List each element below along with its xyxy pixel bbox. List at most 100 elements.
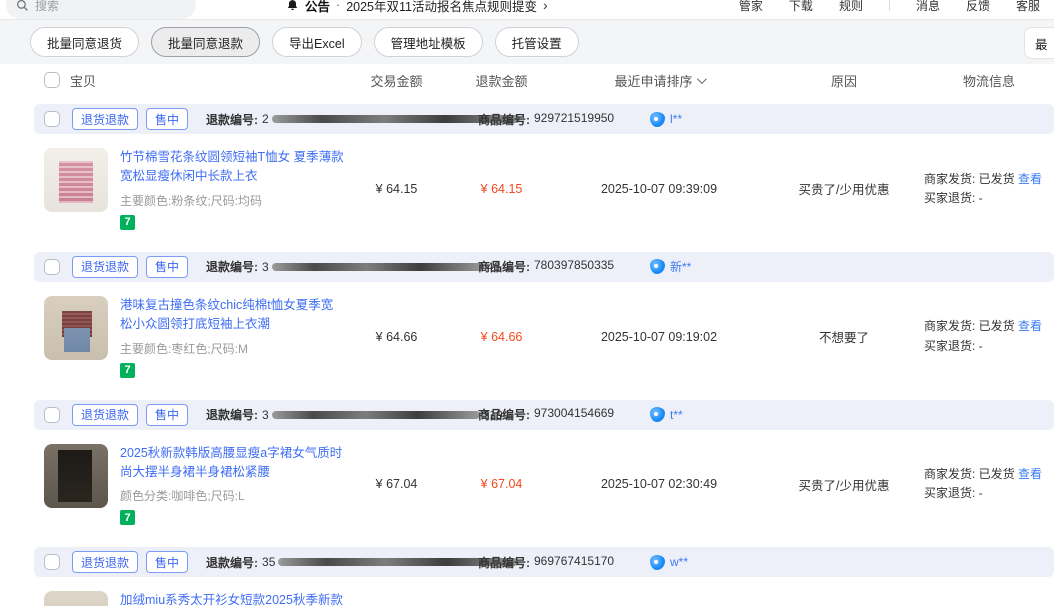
product-attributes: 主要颜色:枣红色;尺码:M <box>120 341 248 356</box>
nav-link-feedback[interactable]: 反馈 <box>966 0 990 14</box>
product-title-link[interactable]: 港味复古撞色条纹chic纯棉t恤女夏季宽松小众圆领打底短袖上衣潮 <box>120 296 344 335</box>
logistics-info: 商家发货: 已发货 查看 买家退货: - <box>924 465 1054 503</box>
nav-link-assistant[interactable]: 管家 <box>739 0 763 14</box>
buyer-name-link[interactable]: w** <box>670 555 688 569</box>
refund-no-prefix: 35 <box>262 555 276 570</box>
in-sale-tag-button[interactable]: 售中 <box>146 551 189 574</box>
more-button-partial[interactable]: 最 <box>1024 27 1054 59</box>
product-thumbnail[interactable] <box>44 591 108 606</box>
buyer-return-status: 买家退货: - <box>924 338 983 353</box>
refund-amount: ¥ 64.66 <box>480 329 523 344</box>
trade-amount: ¥ 64.15 <box>375 181 418 196</box>
in-sale-tag-button[interactable]: 售中 <box>146 403 189 426</box>
refund-group-header: 退货退款 售中 退款编号: 2 商品编号: 929721519950 l** <box>34 104 1054 134</box>
header-logistics: 物流信息 <box>962 73 1015 89</box>
refund-group-header: 退货退款 售中 退款编号: 3 46 商品编号: 780397850335 新** <box>34 251 1054 282</box>
view-logistics-link[interactable]: 查看 <box>1018 172 1042 186</box>
wangwang-chat-icon[interactable] <box>650 111 665 127</box>
refund-amount: ¥ 64.15 <box>480 181 523 196</box>
select-all-checkbox[interactable] <box>44 72 60 88</box>
row-checkbox[interactable] <box>44 554 60 571</box>
wangwang-chat-icon[interactable] <box>650 407 665 422</box>
row-checkbox[interactable] <box>44 111 60 127</box>
sort-label: 最近申请排序 <box>614 73 693 89</box>
manage-address-template-button[interactable]: 管理地址模板 <box>373 27 483 57</box>
row-checkbox[interactable] <box>44 258 60 275</box>
item-no-value: 973004154669 <box>534 406 615 420</box>
bell-icon <box>286 0 299 12</box>
apply-time: 2025-10-07 09:39:09 <box>600 181 718 196</box>
item-no-label: 商品编号: <box>478 408 530 422</box>
hosting-settings-button[interactable]: 托管设置 <box>494 27 579 57</box>
header-reason: 原因 <box>830 73 857 89</box>
announcement-banner[interactable]: 公告 · 2025年双11活动报名焦点规则提变 › <box>286 0 548 15</box>
item-no-value: 929721519950 <box>534 110 615 125</box>
header-trade-amount: 交易金额 <box>370 73 423 89</box>
header-product: 宝贝 <box>70 73 97 89</box>
trade-amount: ¥ 64.66 <box>375 329 418 344</box>
item-no-value: 969767415170 <box>534 553 615 568</box>
refund-amount: ¥ 67.04 <box>480 477 523 492</box>
refund-no-prefix: 3 <box>262 407 269 422</box>
seven-day-badge: 7 <box>120 214 135 230</box>
seller-shipping-status: 商家发货: 已发货 <box>924 319 1015 334</box>
batch-agree-refund-button[interactable]: 批量同意退款 <box>151 27 261 57</box>
refund-return-tag-button[interactable]: 退货退款 <box>72 551 139 574</box>
product-thumbnail[interactable] <box>44 148 108 212</box>
product-title-link[interactable]: 竹节棉雪花条纹圆领短袖T恤女 夏季薄款宽松显瘦休闲中长款上衣 <box>120 148 344 187</box>
header-refund-amount: 退款金额 <box>475 73 528 89</box>
refund-reason: 买贵了/少用优惠 <box>798 478 890 493</box>
item-no-label: 商品编号: <box>478 260 530 275</box>
product-title-link[interactable]: 2025秋新款韩版高腰显瘦a字裙女气质时尚大摆半身裙半身裙松紧腰 <box>120 444 344 483</box>
refund-no-prefix: 3 <box>262 259 269 274</box>
product-attributes: 主要颜色:粉条纹;尺码:均码 <box>120 193 263 208</box>
batch-actions-toolbar: 批量同意退货 批量同意退款 导出Excel 管理地址模板 托管设置 最 <box>0 20 1054 64</box>
redacted-refund-no <box>271 410 480 419</box>
seller-shipping-status: 商家发货: 已发货 <box>924 171 1015 186</box>
wangwang-chat-icon[interactable] <box>650 259 665 275</box>
refund-reason: 不想要了 <box>818 331 869 346</box>
refund-row: 竹节棉雪花条纹圆领短袖T恤女 夏季薄款宽松显瘦休闲中长款上衣 主要颜色:粉条纹;… <box>34 134 1054 244</box>
search-input[interactable]: 搜索 <box>6 0 196 19</box>
refund-row: 港味复古撞色条纹chic纯棉t恤女夏季宽松小众圆领打底短袖上衣潮 主要颜色:枣红… <box>34 281 1054 392</box>
announcement-arrow-icon[interactable]: › <box>543 0 548 13</box>
product-thumbnail[interactable] <box>44 295 108 360</box>
export-excel-button[interactable]: 导出Excel <box>272 27 362 57</box>
nav-link-download[interactable]: 下载 <box>789 0 813 14</box>
in-sale-tag-button[interactable]: 售中 <box>146 108 189 130</box>
in-sale-tag-button[interactable]: 售中 <box>146 255 189 278</box>
buyer-name-link[interactable]: t** <box>670 408 683 422</box>
product-title-link[interactable]: 加绒miu系秀太开衫女短款2025秋季新款 <box>120 591 344 606</box>
apply-time: 2025-10-07 02:30:49 <box>600 477 718 492</box>
product-thumbnail[interactable] <box>44 443 108 508</box>
refund-return-tag-button[interactable]: 退货退款 <box>72 255 139 278</box>
chevron-down-icon <box>696 73 707 84</box>
row-checkbox[interactable] <box>44 406 60 423</box>
search-placeholder: 搜索 <box>35 0 60 13</box>
refund-no-label: 退款编号: <box>206 555 259 570</box>
seven-day-badge: 7 <box>120 362 135 378</box>
trade-amount: ¥ 67.04 <box>375 477 418 492</box>
refund-reason: 买贵了/少用优惠 <box>798 183 890 198</box>
header-sort-by-apply-time[interactable]: 最近申请排序 <box>554 71 764 90</box>
nav-link-support[interactable]: 客服 <box>1016 0 1040 14</box>
refund-table: 宝贝 交易金额 退款金额 最近申请排序 原因 物流信息 退货退款 售中 退款编号… <box>34 64 1054 606</box>
refund-management-page: 搜索 公告 · 2025年双11活动报名焦点规则提变 › 管家 下载 规则 消息… <box>0 0 1054 606</box>
refund-return-tag-button[interactable]: 退货退款 <box>72 108 139 130</box>
nav-link-messages[interactable]: 消息 <box>916 0 940 14</box>
item-no-label: 商品编号: <box>478 112 530 127</box>
buyer-return-status: 买家退货: - <box>924 190 983 205</box>
wangwang-chat-icon[interactable] <box>650 554 665 570</box>
buyer-name-link[interactable]: l** <box>670 112 682 126</box>
nav-link-rules[interactable]: 规则 <box>839 0 863 14</box>
refund-no-label: 退款编号: <box>206 260 259 275</box>
item-no-value: 780397850335 <box>534 258 615 273</box>
buyer-name-link[interactable]: 新** <box>670 258 691 275</box>
view-logistics-link[interactable]: 查看 <box>1018 467 1042 481</box>
announcement-label: 公告 <box>305 0 331 14</box>
batch-agree-return-goods-button[interactable]: 批量同意退货 <box>30 27 140 57</box>
view-logistics-link[interactable]: 查看 <box>1018 319 1042 333</box>
table-header-row: 宝贝 交易金额 退款金额 最近申请排序 原因 物流信息 <box>34 64 1054 96</box>
refund-return-tag-button[interactable]: 退货退款 <box>72 403 139 426</box>
refund-no-prefix: 2 <box>262 112 269 126</box>
